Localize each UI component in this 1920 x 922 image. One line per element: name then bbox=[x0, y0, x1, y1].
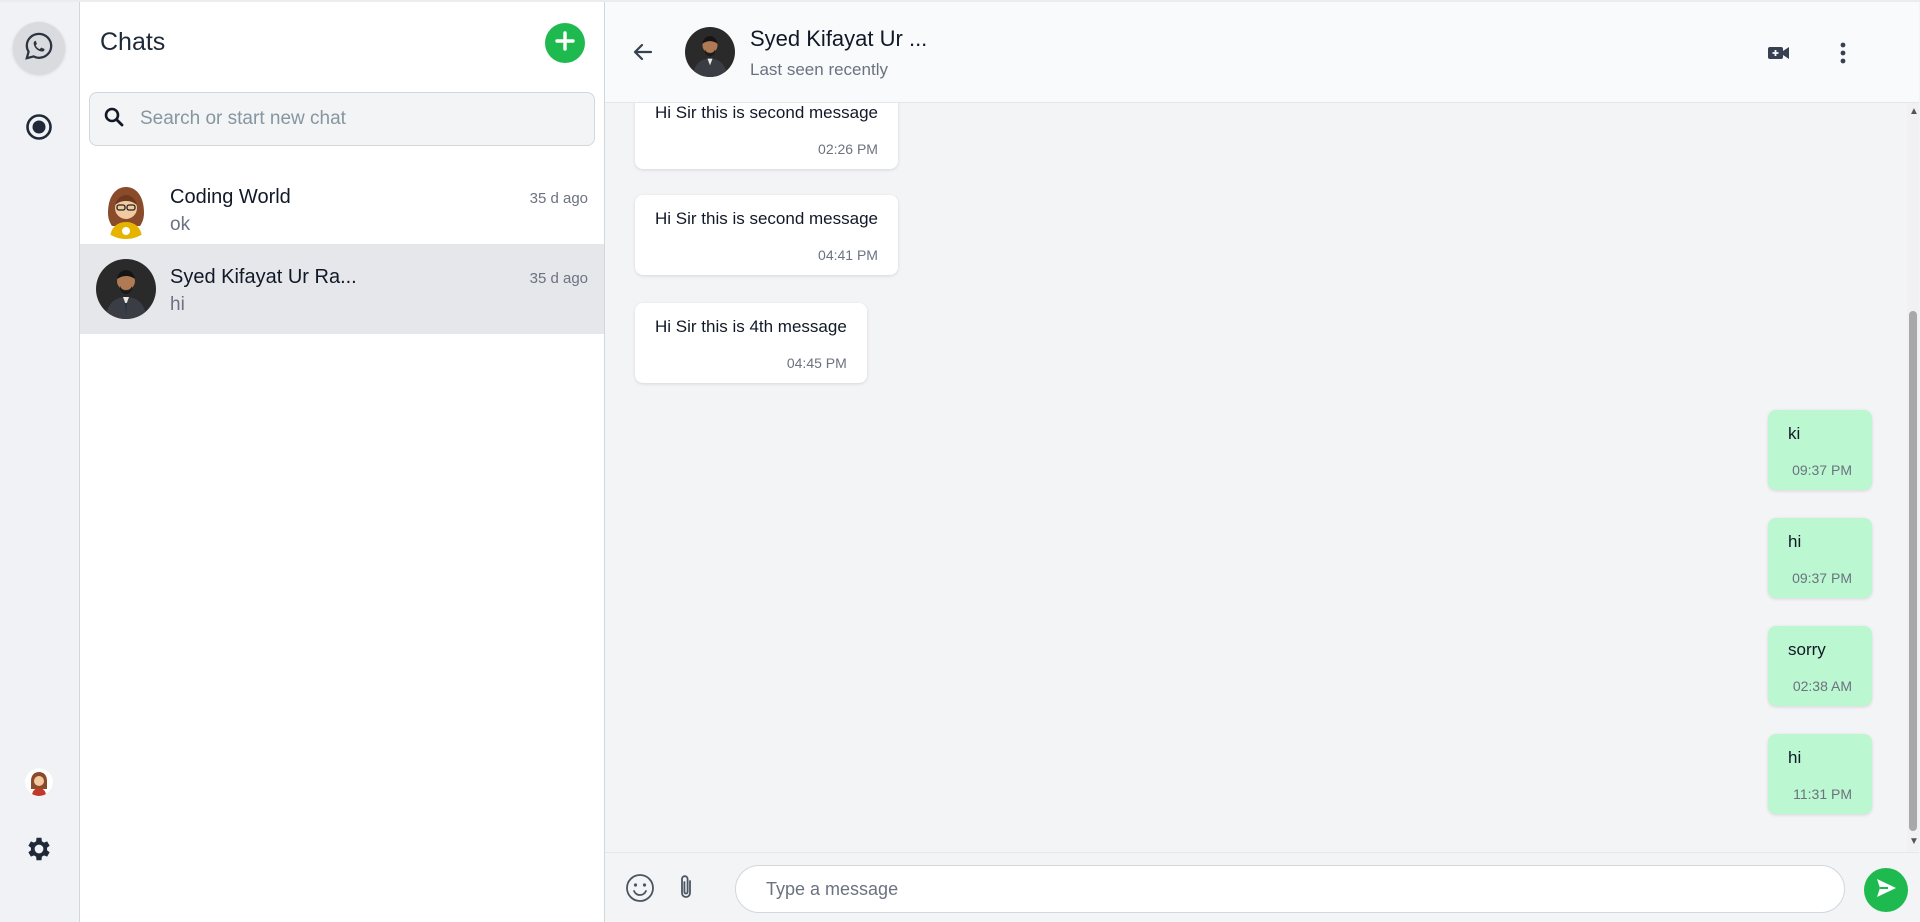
search-icon bbox=[104, 107, 124, 132]
chat-list-panel: Chats Search or start new chat Coding Wo… bbox=[80, 2, 605, 922]
chat-name: Syed Kifayat Ur Ra... bbox=[170, 266, 357, 288]
message-text: Hi Sir this is 4th message bbox=[655, 317, 847, 336]
chat-list-item-coding-world[interactable]: Coding World ok 35 d ago bbox=[80, 164, 604, 254]
message-text: ki bbox=[1788, 424, 1801, 443]
send-button[interactable] bbox=[1864, 868, 1908, 912]
contact-status: Last seen recently bbox=[750, 60, 888, 79]
app-window: Chats Search or start new chat Coding Wo… bbox=[0, 0, 1920, 922]
chat-last-message: hi bbox=[170, 294, 185, 315]
send-icon bbox=[1874, 876, 1898, 905]
incoming-message-bubble: Hi Sir this is second message 04:41 PM bbox=[635, 195, 898, 275]
message-input[interactable] bbox=[735, 865, 1845, 913]
video-call-button[interactable] bbox=[1766, 40, 1792, 71]
new-chat-button[interactable] bbox=[545, 23, 585, 63]
message-time: 02:26 PM bbox=[818, 141, 878, 157]
more-options-button[interactable] bbox=[1835, 40, 1851, 71]
message-text: hi bbox=[1788, 532, 1802, 551]
message-composer bbox=[605, 852, 1919, 922]
chat-avatar bbox=[96, 179, 156, 239]
profile-avatar-button[interactable] bbox=[13, 756, 65, 808]
outgoing-message-bubble: hi 11:31 PM bbox=[1768, 734, 1872, 814]
contact-name[interactable]: Syed Kifayat Ur ... bbox=[750, 26, 927, 52]
search-bar bbox=[89, 92, 595, 146]
chats-nav-button[interactable] bbox=[13, 22, 65, 74]
conversation-panel: Syed Kifayat Ur ... Last seen recently H… bbox=[605, 2, 1920, 922]
chat-list-item-syed-kifayat[interactable]: Syed Kifayat Ur Ra... hi 35 d ago bbox=[80, 244, 604, 334]
message-text: Hi Sir this is second message bbox=[655, 209, 878, 228]
message-time: 02:38 AM bbox=[1792, 678, 1852, 694]
back-arrow-icon bbox=[631, 43, 655, 68]
contact-avatar[interactable] bbox=[685, 27, 735, 77]
chat-timestamp: 35 d ago bbox=[529, 190, 588, 207]
chat-last-message: ok bbox=[170, 214, 191, 235]
nav-rail bbox=[0, 2, 80, 922]
more-vertical-icon bbox=[1835, 42, 1851, 70]
chats-title: Chats bbox=[100, 28, 166, 56]
message-time: 04:41 PM bbox=[818, 247, 878, 263]
message-scrollbar[interactable]: ▲ ▼ bbox=[1907, 103, 1919, 851]
incoming-message-bubble: Hi Sir this is second message 02:26 PM bbox=[635, 103, 898, 169]
plus-icon bbox=[555, 30, 575, 56]
chat-name: Coding World bbox=[170, 186, 291, 208]
whatsapp-icon bbox=[24, 31, 54, 66]
emoji-button[interactable] bbox=[625, 873, 655, 908]
paperclip-icon bbox=[675, 875, 697, 907]
video-camera-icon bbox=[1766, 47, 1792, 70]
incoming-message-bubble: Hi Sir this is 4th message 04:45 PM bbox=[635, 303, 867, 383]
scrollbar-thumb[interactable] bbox=[1909, 311, 1917, 831]
scroll-up-arrow-icon[interactable]: ▲ bbox=[1909, 107, 1919, 117]
outgoing-message-bubble: ki 09:37 PM bbox=[1768, 410, 1872, 490]
emoji-icon bbox=[625, 874, 655, 907]
chat-timestamp: 35 d ago bbox=[529, 270, 588, 287]
conversation-header: Syed Kifayat Ur ... Last seen recently bbox=[605, 2, 1919, 103]
attach-button[interactable] bbox=[675, 873, 697, 908]
message-list: Hi Sir this is second message 02:26 PM H… bbox=[605, 103, 1919, 851]
settings-nav-button[interactable] bbox=[13, 825, 65, 877]
scroll-down-arrow-icon[interactable]: ▼ bbox=[1909, 837, 1919, 847]
chat-avatar bbox=[96, 259, 156, 319]
outgoing-message-bubble: sorry 02:38 AM bbox=[1768, 626, 1872, 706]
profile-avatar bbox=[25, 768, 53, 796]
message-text: Hi Sir this is second message bbox=[655, 103, 878, 122]
message-time: 09:37 PM bbox=[1792, 570, 1852, 586]
message-text: hi bbox=[1788, 748, 1802, 767]
message-time: 11:31 PM bbox=[1793, 786, 1852, 802]
outgoing-message-bubble: hi 09:37 PM bbox=[1768, 518, 1872, 598]
status-icon bbox=[25, 113, 53, 146]
message-text: sorry bbox=[1788, 640, 1826, 659]
status-nav-button[interactable] bbox=[13, 103, 65, 155]
gear-icon bbox=[24, 834, 54, 869]
search-input[interactable] bbox=[140, 108, 580, 130]
message-time: 09:37 PM bbox=[1792, 462, 1852, 478]
message-time: 04:45 PM bbox=[786, 355, 847, 371]
back-button[interactable] bbox=[631, 40, 655, 69]
